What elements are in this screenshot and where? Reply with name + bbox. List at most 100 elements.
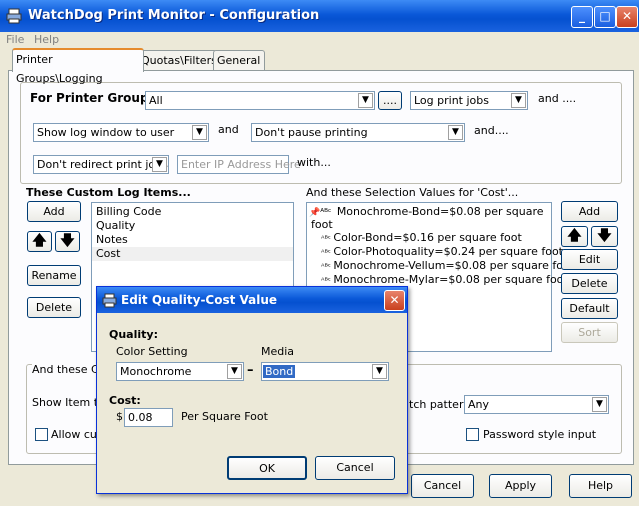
edit-value-dialog: Edit Quality-Cost Value ✕ Quality: Color… (96, 286, 408, 494)
move-down-button[interactable]: 🡇 (55, 231, 80, 252)
ok-button[interactable]: OK (227, 456, 307, 480)
chevron-down-icon: ▼ (592, 397, 607, 412)
text-type-icon: ᴬᴮᶜ (321, 276, 334, 285)
quality-label: Quality: (109, 328, 158, 341)
text-type-icon: ᴬᴮᶜ (321, 248, 334, 257)
list-item[interactable]: ᴬᴮᶜ Color-Bond=$0.16 per square foot (307, 231, 551, 245)
and-label-3: and.... (474, 124, 509, 137)
color-setting-value: Monochrome (120, 365, 192, 378)
separator-dash: – (247, 363, 254, 378)
printer-icon (102, 293, 117, 308)
custom-add-button[interactable]: Add (27, 201, 81, 222)
custom-items-header: These Custom Log Items... (26, 186, 191, 199)
default-pin-icon: 📌ᴬᴮᶜ (309, 208, 332, 218)
arrow-down-icon: 🡇 (597, 228, 612, 244)
match-pattern-value: Any (468, 398, 490, 411)
list-item[interactable]: Billing Code (92, 205, 293, 219)
and-label-2: and (218, 123, 239, 136)
chevron-down-icon: ▼ (358, 93, 373, 108)
password-style-label: Password style input (483, 428, 597, 441)
chevron-down-icon: ▼ (448, 125, 463, 140)
match-pattern-select[interactable]: Any ▼ (464, 395, 609, 414)
window-title: WatchDog Print Monitor - Configuration (28, 8, 320, 23)
media-select[interactable]: Bond ▼ (261, 362, 389, 381)
redirect-select[interactable]: Don't redirect print jobs ▼ (33, 155, 169, 174)
tab-printer-groups[interactable]: Printer Groups\Logging (12, 48, 144, 85)
redirect-value: Don't redirect print jobs (37, 158, 168, 171)
list-item[interactable]: ᴬᴮᶜ Monochrome-Vellum=$0.08 per square f… (307, 259, 574, 273)
arrow-up-icon: 🡅 (567, 228, 582, 244)
selection-up-button[interactable]: 🡅 (561, 226, 588, 247)
move-up-button[interactable]: 🡅 (27, 231, 52, 252)
selection-header: And these Selection Values for 'Cost'... (306, 186, 519, 199)
with-label: with... (297, 156, 331, 169)
color-setting-select[interactable]: Monochrome ▼ (116, 362, 244, 381)
cost-label: Cost: (109, 394, 141, 407)
printer-group-value: All (149, 94, 163, 107)
media-label: Media (261, 345, 295, 358)
chevron-down-icon: ▼ (372, 364, 387, 379)
chevron-down-icon: ▼ (192, 125, 207, 140)
selection-item-label: Monochrome-Mylar=$0.08 per square foot (333, 273, 568, 286)
selection-down-button[interactable]: 🡇 (591, 226, 618, 247)
printer-group-select[interactable]: All ▼ (145, 91, 375, 110)
dialog-title-bar: Edit Quality-Cost Value ✕ (97, 287, 407, 313)
title-bar: WatchDog Print Monitor - Configuration _… (0, 0, 639, 32)
help-button[interactable]: Help (569, 474, 632, 498)
selection-default-button[interactable]: Default (561, 298, 618, 319)
apply-button[interactable]: Apply (489, 474, 552, 498)
custom-options-header: And these Cu (32, 363, 106, 376)
selection-item-label: Monochrome-Bond=$0.08 per square foot (311, 205, 544, 231)
tab-general[interactable]: General (213, 50, 265, 70)
selection-item-label: Color-Bond=$0.16 per square foot (333, 231, 522, 244)
selection-sort-button[interactable]: Sort (561, 322, 618, 343)
dialog-close-button[interactable]: ✕ (384, 290, 405, 311)
cancel-button[interactable]: Cancel (411, 474, 474, 498)
tab-quotas[interactable]: Quotas\Filters (137, 50, 217, 70)
selection-add-button[interactable]: Add (561, 201, 618, 222)
color-setting-label: Color Setting (116, 345, 188, 358)
and-label-1: and .... (538, 92, 577, 105)
show-item-label: Show Item to (32, 396, 105, 409)
chevron-down-icon: ▼ (152, 157, 167, 172)
dollar-sign: $ (116, 410, 123, 423)
list-item[interactable]: ᴬᴮᶜ Color-Photoquality=$0.24 per square … (307, 245, 563, 259)
minimize-button[interactable]: _ (571, 6, 593, 28)
selection-delete-button[interactable]: Delete (561, 273, 618, 294)
cost-input[interactable]: 0.08 (124, 408, 173, 427)
dialog-cancel-button[interactable]: Cancel (315, 456, 395, 480)
printer-group-label: For Printer Group (30, 91, 149, 105)
cost-value: 0.08 (128, 411, 153, 424)
chevron-down-icon: ▼ (227, 364, 242, 379)
selection-item-label: Monochrome-Vellum=$0.08 per square foot (333, 259, 574, 272)
selection-item-label: Color-Photoquality=$0.24 per square foot (333, 245, 563, 258)
menu-file[interactable]: File (6, 33, 24, 46)
text-type-icon: ᴬᴮᶜ (321, 234, 334, 243)
arrow-up-icon: 🡅 (32, 233, 47, 249)
log-option-value: Log print jobs (414, 94, 489, 107)
list-item[interactable]: ᴬᴮᶜ Monochrome-Mylar=$0.08 per square fo… (307, 273, 568, 287)
password-style-checkbox[interactable] (466, 428, 479, 441)
list-item[interactable]: Notes (92, 233, 293, 247)
list-item[interactable]: Cost (92, 247, 293, 261)
custom-delete-button[interactable]: Delete (27, 297, 81, 318)
custom-rename-button[interactable]: Rename (27, 265, 81, 286)
show-log-select[interactable]: Show log window to user ▼ (33, 123, 209, 142)
list-item[interactable]: 📌ᴬᴮᶜ Monochrome-Bond=$0.08 per square fo… (307, 205, 551, 231)
chevron-down-icon: ▼ (511, 93, 526, 108)
list-item[interactable]: Quality (92, 219, 293, 233)
menu-bar: File Help (0, 32, 639, 48)
log-option-select[interactable]: Log print jobs ▼ (410, 91, 528, 110)
allow-custom-label: Allow cus (51, 428, 103, 441)
menu-help[interactable]: Help (34, 33, 59, 46)
browse-button[interactable]: .... (378, 91, 402, 110)
pause-select[interactable]: Don't pause printing ▼ (251, 123, 465, 142)
allow-custom-checkbox[interactable] (35, 428, 48, 441)
selection-edit-button[interactable]: Edit (561, 249, 618, 270)
ip-address-input[interactable]: Enter IP Address Here (177, 155, 301, 174)
pause-value: Don't pause printing (255, 126, 368, 139)
show-log-value: Show log window to user (37, 126, 175, 139)
maximize-button[interactable]: □ (594, 6, 616, 28)
close-button[interactable]: ✕ (616, 6, 638, 28)
media-value: Bond (263, 365, 296, 378)
